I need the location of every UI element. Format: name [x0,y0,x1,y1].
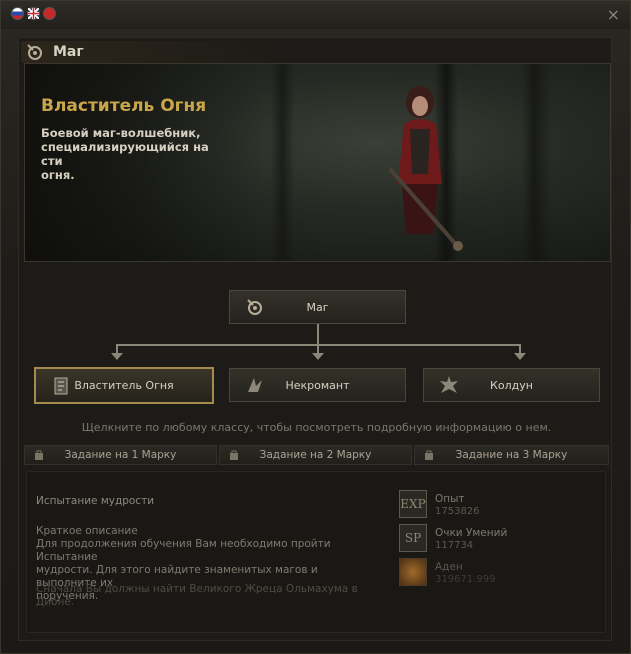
root-class-label: Маг [306,300,329,314]
bag-icon [423,449,435,461]
tab-label: Задание на 3 Марку [455,449,568,461]
mage-class-icon [244,296,266,318]
selection-hint: Щелкните по любому классу, чтобы посмотр… [81,421,552,434]
reward-label: Очки Умений [435,527,508,539]
class-banner: Властитель Огня Боевой маг-волшебник, сп… [24,63,611,262]
arrow-down-icon [111,353,123,360]
class-info-window: × Маг Властитель Огня Боевой маг-волшебн… [0,0,631,654]
reward-value: 1753826 [435,506,480,517]
reward-label: Аден [435,561,463,573]
russian-flag-icon[interactable] [11,7,24,20]
tab-mark-3[interactable]: Задание на 3 Марку [414,445,609,465]
tab-label: Задание на 2 Марку [259,449,372,461]
sp-icon: SP [399,524,427,552]
banner-description: Боевой маг-волшебник, специализирующийся… [41,126,209,182]
root-class-button[interactable]: Маг [229,290,406,324]
banner-title: Властитель Огня [41,96,207,116]
english-flag-icon[interactable] [27,7,40,20]
scroll-icon [50,375,72,397]
class-header: Маг [21,41,281,63]
title-bar[interactable]: × [1,1,630,29]
claw-icon [244,374,266,396]
bag-icon [228,449,240,461]
adena-icon [399,558,427,586]
class-button-warlock[interactable]: Колдун [423,368,600,402]
chinese-flag-icon[interactable] [43,7,56,20]
quest-extra-text: Сначала Вы должны найти Великого Жреца О… [36,583,358,608]
tab-mark-1[interactable]: Задание на 1 Марку [24,445,217,465]
close-icon[interactable]: × [607,5,620,24]
arrow-down-icon [514,353,526,360]
class-label: Некромант [285,378,350,392]
arrow-down-icon [312,353,324,360]
tab-mark-2[interactable]: Задание на 2 Марку [219,445,412,465]
exp-icon: EXP [399,490,427,518]
mage-class-icon [25,42,45,62]
quest-name: Испытание мудрости [36,495,155,507]
reward-value: 319671.999 [435,574,496,585]
reward-value: 117734 [435,540,474,551]
tree-connector [116,344,521,346]
class-label: Властитель Огня [74,379,174,392]
quest-brief-heading: Краткое описание [36,525,138,537]
tab-label: Задание на 1 Марку [64,449,177,461]
class-title: Маг [53,44,84,60]
class-label: Колдун [490,378,533,392]
character-illustration [388,86,463,251]
class-button-archmage[interactable]: Властитель Огня [34,367,214,404]
bag-icon [33,449,45,461]
spiked-star-icon [438,374,460,396]
reward-label: Опыт [435,493,465,505]
class-button-necromancer[interactable]: Некромант [229,368,406,402]
